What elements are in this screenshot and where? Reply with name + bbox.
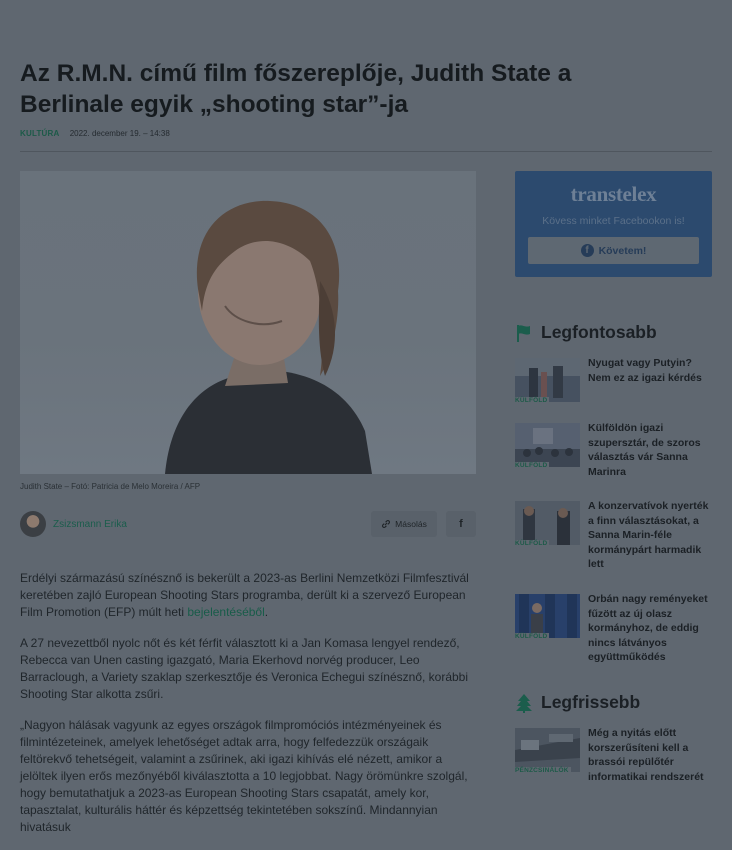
paragraph: „Nagyon hálásak vagyunk az egyes országo… [20, 718, 468, 834]
facebook-icon: f [580, 244, 594, 257]
paragraph: Erdélyi származású színésznő is bekerült… [20, 570, 470, 621]
headline[interactable]: Külföldön igazi szupersztár, de szoros v… [588, 421, 712, 479]
facebook-promo-box: transtelex Kövess minket Facebookon is! … [515, 171, 712, 277]
headline[interactable]: A konzervatívok nyerték a finn választás… [588, 499, 712, 572]
paragraph: A 27 nevezettből nyolc nőt és két férfit… [20, 636, 469, 701]
copy-link-button[interactable]: Másolás [371, 511, 437, 537]
tree-icon [516, 693, 532, 713]
article-body: Erdélyi származású színésznő is bekerült… [20, 570, 470, 850]
category-tag: KÜLFÖLD [515, 397, 550, 404]
facebook-icon: f [459, 518, 463, 530]
headline[interactable]: Még a nyitás előtt korszerűsíteni kell a… [588, 726, 712, 784]
promo-subtitle: Kövess minket Facebookon is! [542, 215, 685, 227]
category-tag: KÜLFÖLD [515, 633, 550, 640]
headline[interactable]: Nyugat vagy Putyin? Nem ez az igazi kérd… [588, 356, 712, 385]
category-tag: KÜLFÖLD [515, 462, 550, 469]
source-link[interactable]: bejelentéséből [187, 605, 264, 619]
article-page: Az R.M.N. című film főszereplője, Judith… [0, 0, 732, 834]
portrait-illustration [165, 200, 372, 474]
flag-icon [517, 324, 530, 342]
publish-date: 2022. december 19. – 14:38 [69, 129, 170, 138]
author-info[interactable]: Zsizsmann Erika [20, 511, 127, 537]
category-link[interactable]: KULTÚRA [20, 129, 59, 138]
section-title: Legfontosabb [541, 322, 657, 342]
thumbnail [515, 358, 580, 402]
section-top-stories: Legfontosabb [515, 322, 657, 343]
thumbnail [515, 501, 580, 545]
hero-image [20, 171, 476, 474]
follow-button[interactable]: f Követem! [528, 237, 699, 264]
transtelex-logo[interactable]: transtelex [515, 182, 712, 207]
author-name[interactable]: Zsizsmann Erika [53, 519, 127, 530]
article-title: Az R.M.N. című film főszereplője, Judith… [20, 60, 572, 118]
section-latest: Legfrissebb [515, 692, 640, 713]
thumbnail [515, 594, 580, 638]
headline[interactable]: Orbán nagy reményeket fűzött az új olasz… [588, 592, 712, 665]
category-tag: KÜLFÖLD [515, 540, 550, 547]
follow-label: Követem! [598, 244, 647, 257]
article-meta: KULTÚRA 2022. december 19. – 14:38 [20, 129, 170, 138]
divider [20, 151, 712, 152]
section-title: Legfrissebb [541, 692, 641, 712]
paragraph-punct: . [264, 605, 269, 619]
category-tag: PÉNZCSINÁLÓK [515, 767, 571, 774]
avatar [20, 511, 46, 537]
link-icon [382, 520, 391, 528]
image-caption: Judith State – Fotó: Patricia de Melo Mo… [20, 482, 201, 491]
facebook-share-button[interactable]: f [446, 511, 476, 537]
copy-label: Másolás [395, 519, 427, 529]
thumbnail [515, 423, 580, 467]
thumbnail [515, 728, 580, 772]
